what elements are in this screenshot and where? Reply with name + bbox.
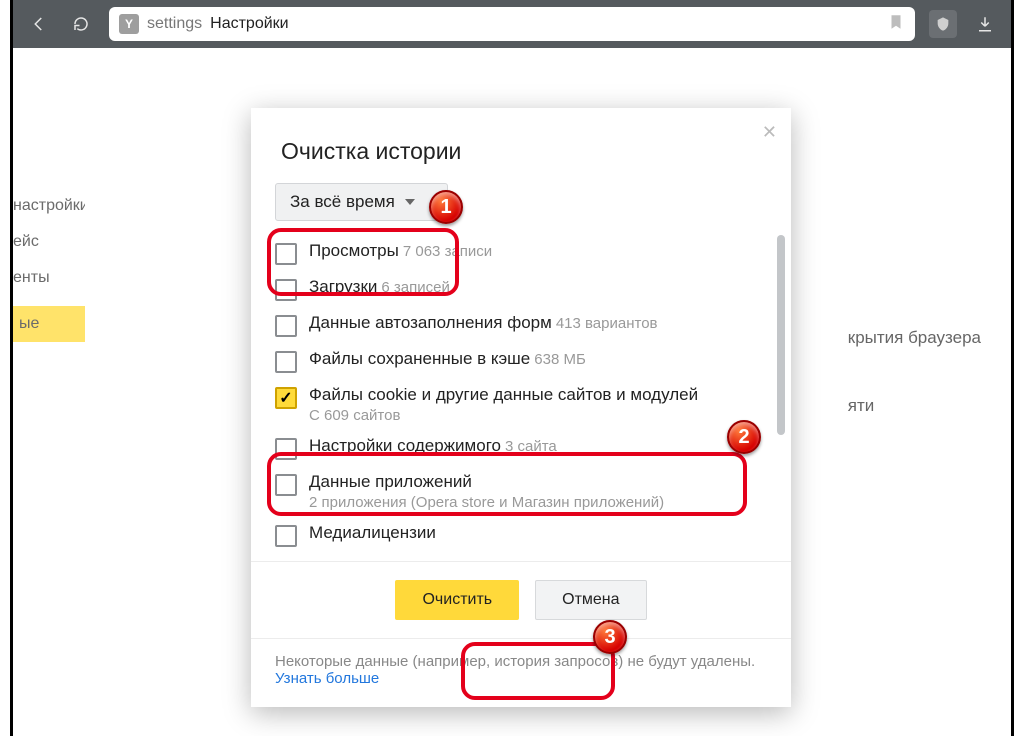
sidebar-item[interactable]: ейс: [13, 224, 85, 260]
item-subline: С 609 сайтов: [309, 407, 745, 424]
address-bar[interactable]: Y settings Настройки: [109, 7, 915, 41]
url-title: Настройки: [210, 15, 288, 33]
checkbox[interactable]: [275, 279, 297, 301]
item-sub: 7 063 записи: [403, 243, 492, 260]
clear-button[interactable]: Очистить: [395, 580, 519, 620]
checkbox-row-cache: Файлы сохраненные в кэше638 МБ: [275, 343, 779, 379]
dialog-note: Некоторые данные (например, история запр…: [251, 638, 791, 707]
item-label: Просмотры: [309, 241, 399, 260]
item-label: Медиалицензии: [309, 523, 436, 542]
checkbox-row-cookies: Файлы cookie и другие данные сайтов и мо…: [275, 379, 779, 430]
scrollbar-thumb[interactable]: [777, 235, 785, 435]
sidebar-item-active[interactable]: ые: [13, 306, 85, 342]
close-icon[interactable]: ✕: [762, 122, 777, 143]
checkbox[interactable]: [275, 351, 297, 373]
url-scheme: settings: [147, 15, 202, 33]
site-icon: Y: [119, 14, 139, 34]
sidebar-fragment: настройки ейс енты ые: [13, 188, 85, 342]
item-label: Загрузки: [309, 277, 377, 296]
bookmark-icon[interactable]: [887, 13, 905, 36]
checkbox-row-views: Просмотры7 063 записи: [275, 235, 779, 271]
sidebar-item[interactable]: енты: [13, 260, 85, 296]
downloads-button[interactable]: [971, 10, 999, 38]
checkbox-row-content-settings: Настройки содержимого3 сайта: [275, 430, 779, 466]
checkbox-row-media-licenses: Медиалицензии: [275, 517, 779, 553]
item-label: Настройки содержимого: [309, 436, 501, 455]
item-sub: 638 МБ: [534, 351, 586, 368]
checkbox[interactable]: [275, 525, 297, 547]
checkbox[interactable]: [275, 438, 297, 460]
dialog-title: Очистка истории: [251, 108, 791, 183]
item-sub: 6 записей: [381, 279, 449, 296]
callout-badge-2: 2: [727, 420, 761, 454]
checkbox[interactable]: [275, 315, 297, 337]
item-sub: 413 вариантов: [556, 315, 658, 332]
checkbox-row-app-data: Данные приложений 2 приложения (Opera sto…: [275, 466, 779, 517]
browser-toolbar: Y settings Настройки: [13, 0, 1011, 48]
checkbox-row-autofill: Данные автозаполнения форм413 вариантов: [275, 307, 779, 343]
background-text: крытия браузера яти: [848, 328, 981, 416]
learn-more-link[interactable]: Узнать больше: [275, 670, 379, 687]
item-label: Файлы сохраненные в кэше: [309, 349, 530, 368]
dialog-footer: Очистить Отмена: [251, 561, 791, 638]
checkbox[interactable]: [275, 474, 297, 496]
time-range-value: За всё время: [290, 192, 395, 212]
item-label: Данные приложений: [309, 472, 472, 491]
item-label: Данные автозаполнения форм: [309, 313, 552, 332]
item-label: Файлы cookie и другие данные сайтов и мо…: [309, 385, 698, 404]
item-sub: 3 сайта: [505, 438, 557, 455]
time-range-select[interactable]: За всё время: [275, 183, 448, 221]
checkbox[interactable]: [275, 243, 297, 265]
callout-badge-3: 3: [593, 620, 627, 654]
back-button[interactable]: [25, 10, 53, 38]
sidebar-item[interactable]: настройки: [13, 188, 85, 224]
clear-history-dialog: ✕ Очистка истории За всё время Просмотры…: [251, 108, 791, 707]
extension-ublock[interactable]: [929, 10, 957, 38]
callout-badge-1: 1: [429, 190, 463, 224]
cancel-button[interactable]: Отмена: [535, 580, 646, 620]
reload-button[interactable]: [67, 10, 95, 38]
item-subline: 2 приложения (Opera store и Магазин прил…: [309, 494, 745, 511]
checkbox-row-downloads: Загрузки6 записей: [275, 271, 779, 307]
clear-items-list: Просмотры7 063 записи Загрузки6 записей …: [251, 235, 791, 553]
checkbox[interactable]: [275, 387, 297, 409]
